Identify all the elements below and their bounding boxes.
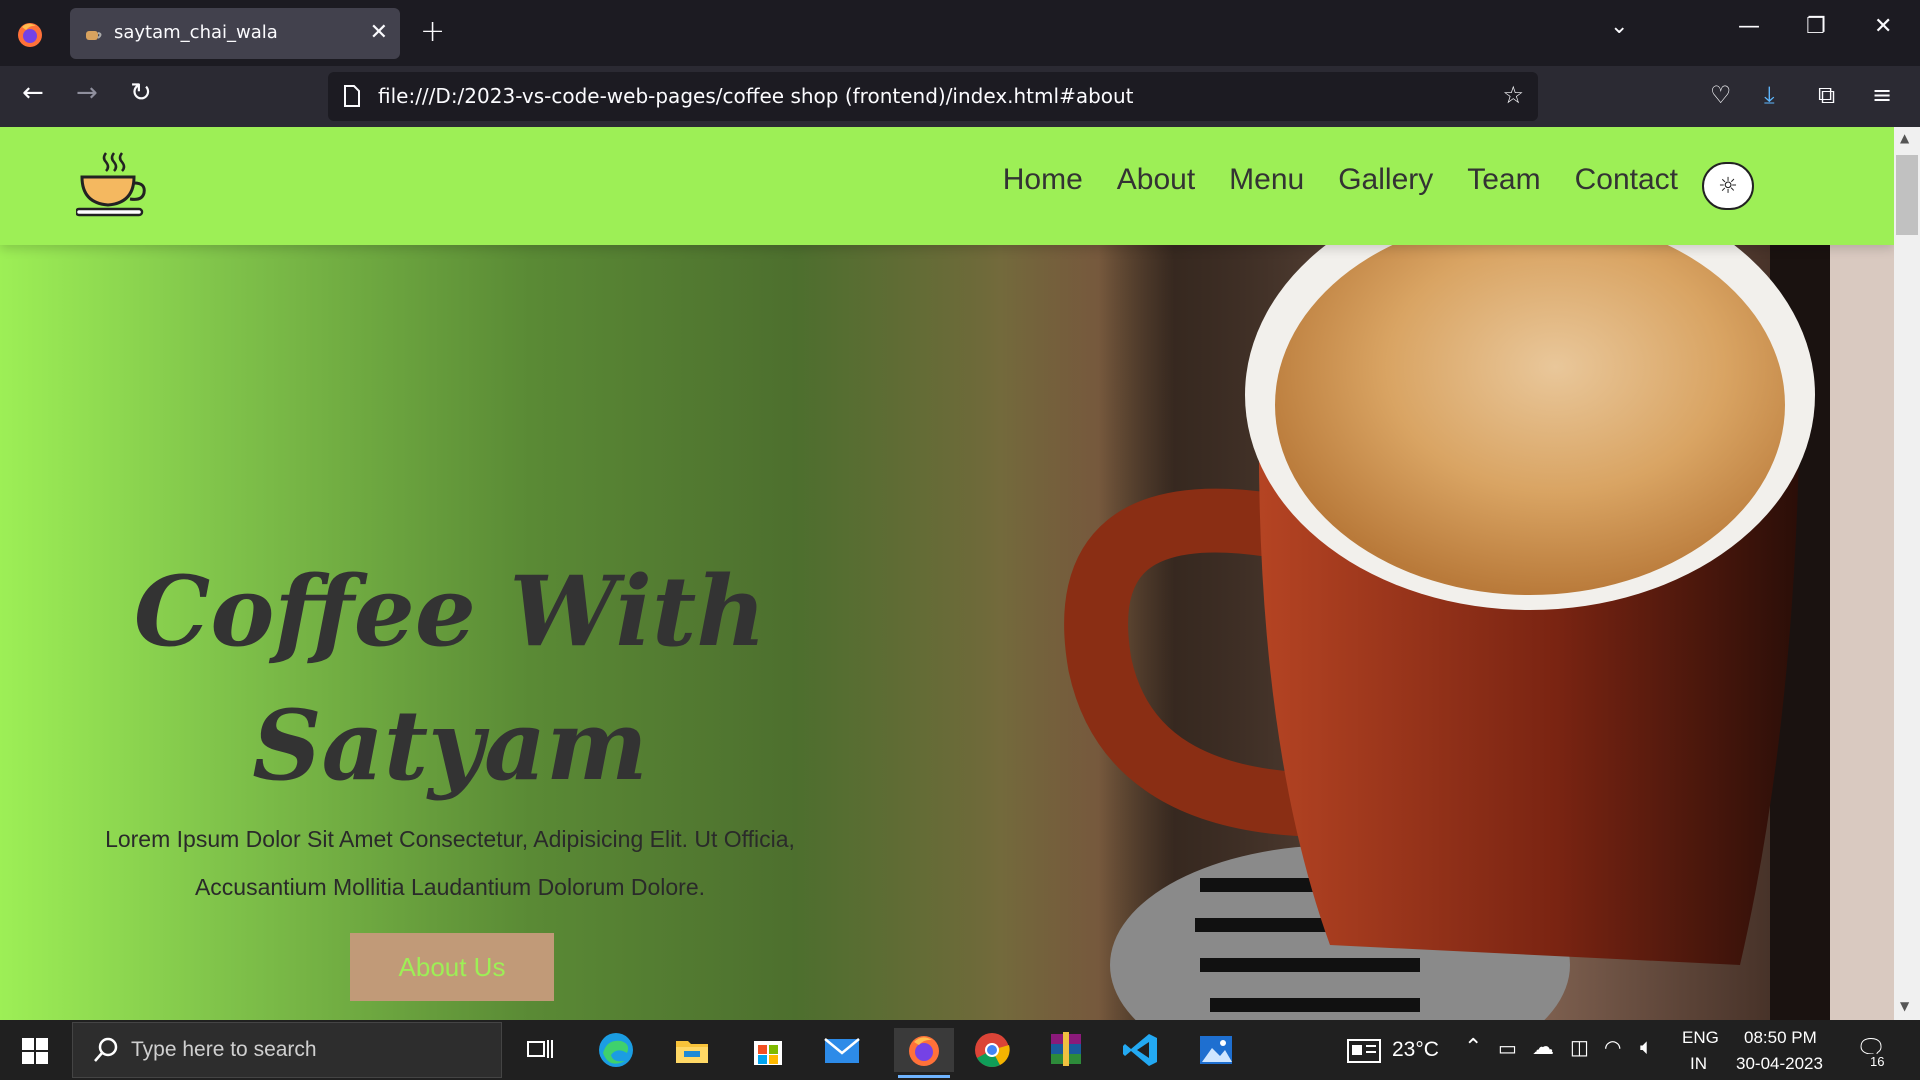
tab-close-icon[interactable]: ✕ <box>370 20 388 45</box>
active-indicator <box>898 1075 950 1078</box>
page-icon <box>344 85 360 107</box>
temperature[interactable]: 23°C <box>1392 1038 1439 1062</box>
menu-hamburger-icon[interactable]: ≡ <box>1872 81 1892 109</box>
nav-team[interactable]: Team <box>1467 163 1540 197</box>
hero-title-line1: Coffee With <box>133 555 767 668</box>
site-header: Home About Menu Gallery Team Contact ☼ <box>0 127 1894 245</box>
nav-menu[interactable]: Menu <box>1229 163 1304 197</box>
pocket-icon[interactable]: ♡ <box>1710 81 1732 109</box>
file-explorer-icon[interactable] <box>670 1028 714 1072</box>
extensions-icon[interactable]: ⧉ <box>1818 81 1835 109</box>
back-arrow-icon[interactable]: ← <box>22 78 44 108</box>
taskbar-search-box[interactable]: Type here to search <box>72 1022 502 1078</box>
scrollbar-thumb[interactable] <box>1896 155 1918 235</box>
wifi-icon[interactable]: ◠ <box>1604 1035 1621 1060</box>
download-icon[interactable]: ⤓ <box>1764 81 1775 109</box>
meet-now-icon[interactable]: ◫ <box>1570 1035 1589 1060</box>
about-us-button[interactable]: About Us <box>350 933 554 1001</box>
weather-news-icon[interactable] <box>1346 1038 1382 1064</box>
nav-contact[interactable]: Contact <box>1575 163 1678 197</box>
url-text[interactable]: file:///D:/2023-vs-code-web-pages/coffee… <box>378 84 1134 108</box>
bookmark-star-icon[interactable]: ☆ <box>1502 81 1524 109</box>
notification-count: 16 <box>1868 1054 1887 1069</box>
photos-icon[interactable] <box>1194 1028 1238 1072</box>
vscode-icon[interactable] <box>1118 1028 1162 1072</box>
mail-icon[interactable] <box>820 1028 864 1072</box>
chrome-icon[interactable] <box>970 1028 1014 1072</box>
clock-date[interactable]: 30-04-2023 <box>1736 1054 1823 1074</box>
scroll-up-icon[interactable]: ▲ <box>1900 131 1909 145</box>
theme-toggle-sun-icon[interactable]: ☼ <box>1702 162 1754 210</box>
hero-title: Coffee With Satyam <box>100 545 800 813</box>
hero-title-line2: Satyam <box>252 689 648 802</box>
nav-about[interactable]: About <box>1117 163 1195 197</box>
browser-tab-bar: saytam_chai_wala ✕ + ⌄ — ❐ ✕ <box>0 0 1920 66</box>
winrar-icon[interactable] <box>1044 1028 1088 1072</box>
onedrive-cloud-icon[interactable]: ☁ <box>1532 1034 1554 1060</box>
restore-icon[interactable]: ❐ <box>1806 14 1826 39</box>
microsoft-store-icon[interactable] <box>746 1028 790 1072</box>
task-view-icon[interactable] <box>518 1028 562 1072</box>
nav-home[interactable]: Home <box>1003 163 1083 197</box>
browser-tab-active[interactable]: saytam_chai_wala ✕ <box>70 8 400 59</box>
page-scrollbar[interactable]: ▲ ▼ <box>1894 127 1920 1020</box>
hero-text-line2: Accusantium Mollitia Laudantium Dolorum … <box>194 874 706 900</box>
windows-start-icon[interactable] <box>22 1038 48 1064</box>
coffee-cup-logo-icon[interactable] <box>76 149 148 221</box>
browser-nav-bar: ← → ↻ file:///D:/2023-vs-code-web-pages/… <box>0 66 1920 127</box>
battery-icon[interactable]: ▭ <box>1498 1036 1517 1061</box>
language-eng[interactable]: ENG <box>1682 1028 1719 1048</box>
minimize-icon[interactable]: — <box>1738 14 1760 39</box>
volume-icon[interactable]: 🔈︎ <box>1640 1034 1653 1060</box>
tray-chevron-up-icon[interactable]: ⌃ <box>1464 1034 1482 1060</box>
clock-time[interactable]: 08:50 PM <box>1744 1028 1817 1048</box>
firefox-taskbar-icon[interactable] <box>894 1028 954 1078</box>
hero-description: Lorem Ipsum Dolor Sit Amet Consectetur, … <box>80 815 820 911</box>
main-nav: Home About Menu Gallery Team Contact <box>1003 163 1678 197</box>
search-placeholder: Type here to search <box>131 1038 317 1061</box>
nav-gallery[interactable]: Gallery <box>1338 163 1433 197</box>
tab-list-chevron-icon[interactable]: ⌄ <box>1610 14 1628 39</box>
new-tab-plus-icon[interactable]: + <box>420 14 445 49</box>
reload-icon[interactable]: ↻ <box>130 78 152 108</box>
hero-text-line1: Lorem Ipsum Dolor Sit Amet Consectetur, … <box>105 826 795 852</box>
search-icon <box>94 1037 118 1062</box>
hero-section: Coffee With Satyam Lorem Ipsum Dolor Sit… <box>0 245 1894 1020</box>
tab-title: saytam_chai_wala <box>114 22 278 43</box>
edge-icon[interactable] <box>594 1028 638 1072</box>
url-bar[interactable]: file:///D:/2023-vs-code-web-pages/coffee… <box>328 72 1538 121</box>
scroll-down-icon[interactable]: ▼ <box>1900 999 1909 1013</box>
page-viewport: Home About Menu Gallery Team Contact ☼ C… <box>0 127 1894 1020</box>
coffee-favicon-icon <box>86 31 102 40</box>
close-window-icon[interactable]: ✕ <box>1874 14 1892 39</box>
firefox-icon[interactable] <box>14 18 46 50</box>
language-region[interactable]: IN <box>1690 1054 1707 1074</box>
windows-taskbar: Type here to search 23°C ⌃ ▭ ☁ ◫ ◠ 🔈︎ EN… <box>0 1020 1920 1080</box>
forward-arrow-icon[interactable]: → <box>76 78 98 108</box>
